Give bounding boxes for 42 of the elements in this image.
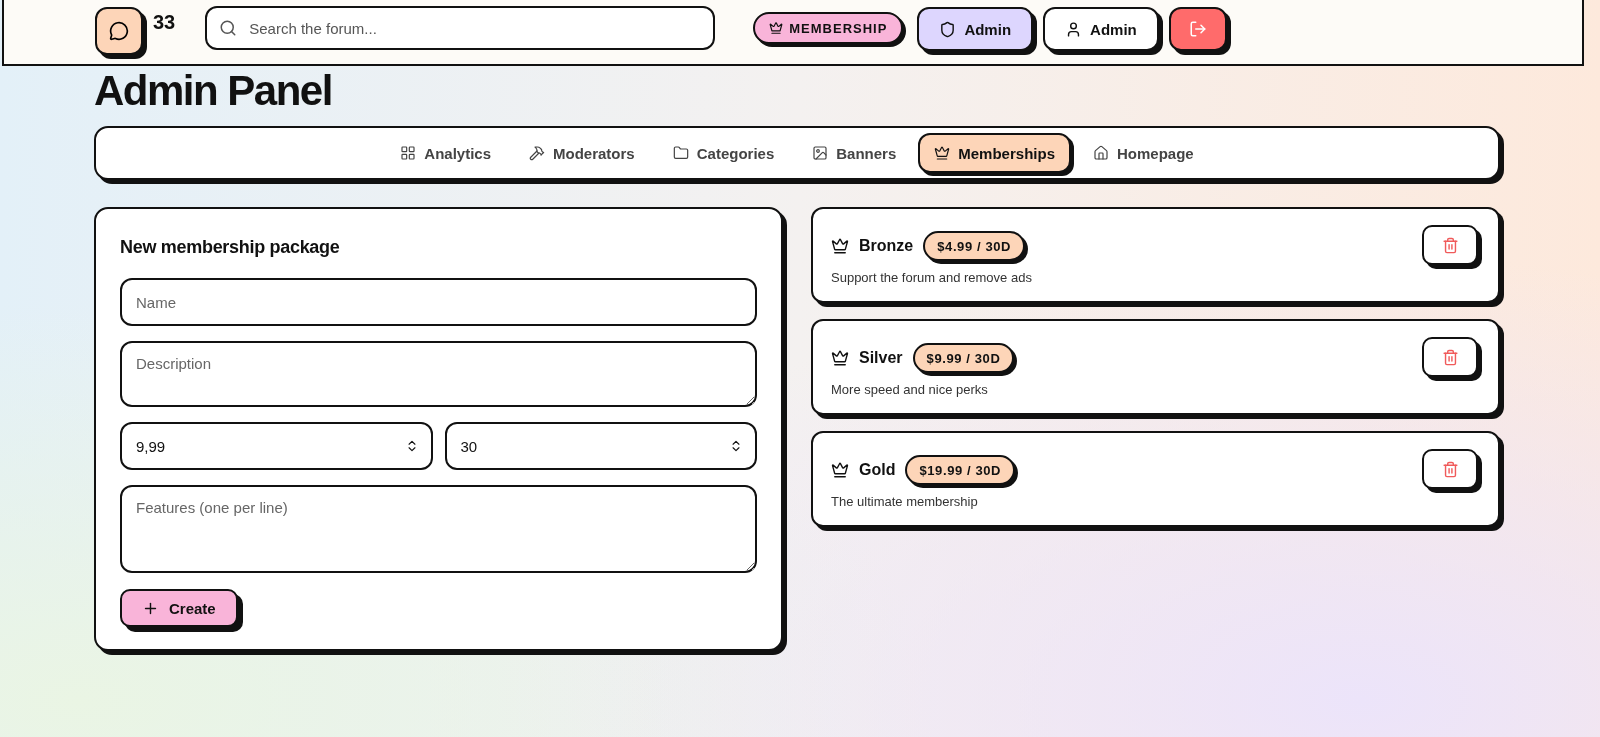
price-tag: $19.99 / 30D: [905, 455, 1016, 485]
folder-icon: [672, 145, 689, 161]
price-tag: $9.99 / 30D: [912, 343, 1015, 373]
tab[interactable]: Banners: [796, 133, 913, 173]
search-field[interactable]: Search the forum...: [205, 6, 716, 50]
trash-icon: [1441, 236, 1459, 254]
days-field[interactable]: 30: [444, 422, 757, 470]
package-description: More speed and nice perks: [831, 382, 989, 397]
features-field[interactable]: Features (one per line): [120, 485, 757, 573]
trash-icon: [1441, 348, 1459, 366]
description-field[interactable]: Description: [120, 341, 757, 407]
name-field[interactable]: Name: [120, 278, 757, 326]
price-tag: $4.99 / 30D: [923, 231, 1026, 261]
search-icon: [219, 19, 238, 37]
price-field[interactable]: 9,99: [120, 422, 433, 470]
crown-icon: [831, 349, 849, 367]
tab[interactable]: Homepage: [1077, 133, 1210, 173]
tab[interactable]: Memberships: [918, 133, 1071, 173]
crown-icon: [769, 21, 784, 35]
shield-icon: [939, 20, 957, 38]
tab[interactable]: Moderators: [513, 133, 651, 173]
membership-badge: MEMBERSHIP: [753, 12, 904, 44]
package-name: Bronze: [859, 237, 914, 255]
tab[interactable]: Categories: [656, 133, 791, 173]
chat-bubble-icon: [109, 21, 129, 41]
logout-icon: [1188, 20, 1207, 38]
package-name: Silver: [859, 349, 903, 367]
home-icon: [1093, 145, 1109, 161]
grid-icon: [400, 145, 417, 161]
count-label: 33: [153, 11, 176, 34]
package-description: Support the forum and remove ads: [831, 270, 1032, 285]
page-title: Admin Panel: [94, 68, 333, 114]
tab[interactable]: Analytics: [384, 133, 508, 173]
hammer-icon: [529, 145, 546, 161]
crown-icon: [934, 145, 951, 161]
trash-icon: [1441, 460, 1459, 478]
package-name: Gold: [859, 461, 896, 479]
crown-icon: [831, 237, 849, 255]
image-icon: [812, 145, 829, 161]
package-description: The ultimate membership: [831, 494, 979, 509]
crown-icon: [831, 461, 849, 479]
form-title: New membership package: [120, 237, 341, 258]
